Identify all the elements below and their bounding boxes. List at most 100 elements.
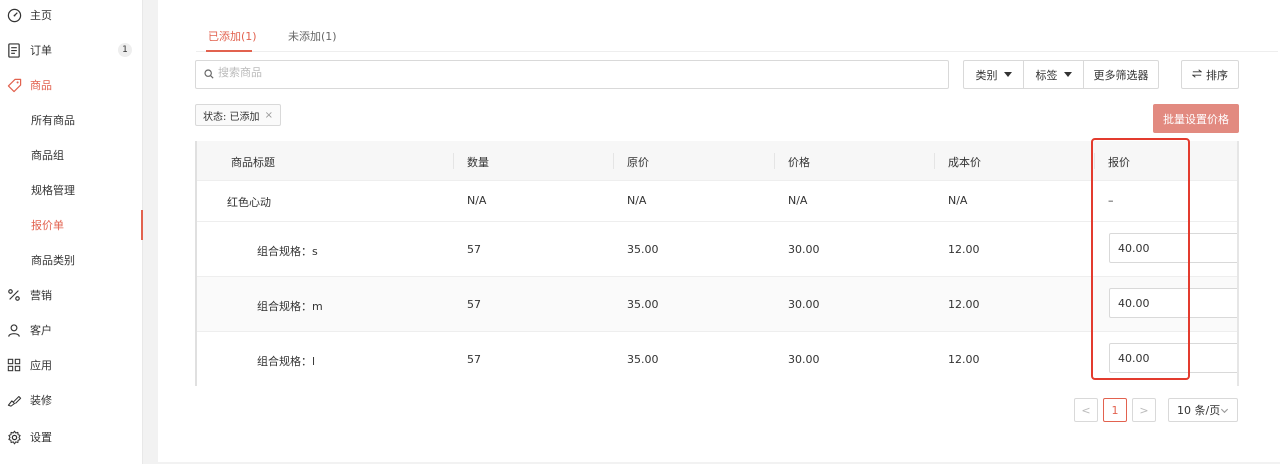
tab-not-added[interactable]: 未添加(1): [288, 28, 337, 44]
column-divider: [453, 153, 454, 169]
sidebar-item-label: 商品组: [31, 149, 64, 162]
original-price-cell: N/A: [627, 194, 647, 207]
original-price-cell: 35.00: [627, 298, 659, 311]
sidebar-item-product-categories[interactable]: 商品类别: [0, 245, 143, 275]
caret-down-icon: [1003, 72, 1012, 77]
table-row: 组合规格：l 57 35.00 30.00 12.00 40.00: [195, 332, 1239, 387]
cost-cell: 12.00: [948, 353, 980, 366]
price-cell: 30.00: [788, 243, 820, 256]
filter-group: 类别 标签 更多筛选器: [963, 60, 1159, 89]
sidebar-item-spec-management[interactable]: 规格管理: [0, 175, 143, 205]
sidebar-item-label: 所有商品: [31, 114, 75, 127]
search-icon: [204, 69, 214, 82]
more-filters-button[interactable]: 更多筛选器: [1084, 61, 1158, 88]
sidebar-item-decoration[interactable]: 装修: [0, 385, 143, 415]
column-header-price: 价格: [788, 156, 810, 169]
column-divider: [613, 153, 614, 169]
main-panel: 已添加(1) 未添加(1) 类别 标签 更多筛选器 排序 状态: 已添加 × 批…: [158, 0, 1280, 462]
sidebar-item-products[interactable]: 商品: [0, 70, 143, 100]
sidebar-item-label: 商品: [30, 79, 52, 92]
sidebar-item-label: 主页: [30, 9, 52, 22]
sidebar-item-label: 装修: [30, 394, 52, 407]
table-row: 红色心动 N/A N/A N/A N/A –: [195, 181, 1239, 222]
column-divider: [774, 153, 775, 169]
prev-page-button[interactable]: <: [1074, 398, 1098, 422]
column-header-original-price: 原价: [627, 156, 649, 169]
quote-column-highlight: [1091, 138, 1190, 380]
price-cell: 30.00: [788, 298, 820, 311]
chevron-down-icon: [1220, 405, 1229, 418]
sidebar-item-apps[interactable]: 应用: [0, 350, 143, 380]
tag-filter-button[interactable]: 标签: [1024, 61, 1084, 88]
sidebar-item-settings[interactable]: 设置: [0, 422, 143, 452]
tag-filter-label: 标签: [1035, 68, 1058, 82]
sidebar-item-product-groups[interactable]: 商品组: [0, 140, 143, 170]
quantity-cell: 57: [467, 353, 481, 366]
variant-title: 组合规格：s: [257, 245, 318, 258]
sidebar-item-label: 应用: [30, 359, 52, 372]
search-input[interactable]: [218, 66, 918, 79]
dashboard-icon: [6, 7, 22, 23]
sidebar-item-label: 规格管理: [31, 184, 75, 197]
apps-grid-icon: [6, 357, 22, 373]
cost-cell: 12.00: [948, 243, 980, 256]
sidebar-item-label: 商品类别: [31, 254, 75, 267]
tab-added[interactable]: 已添加(1): [208, 28, 257, 44]
active-tab-indicator: [206, 50, 252, 52]
sidebar-item-all-products[interactable]: 所有商品: [0, 105, 143, 135]
variant-title: 组合规格：l: [257, 355, 316, 368]
scroll-shadow-left: [195, 141, 197, 386]
quotation-table: 商品标题 数量 原价 价格 成本价 报价 红色心动 N/A N/A N/A N/…: [195, 141, 1239, 386]
caret-down-icon: [1063, 72, 1072, 77]
quantity-cell: 57: [467, 243, 481, 256]
scroll-shadow-right: [1237, 141, 1239, 386]
active-indicator: [141, 210, 143, 240]
search-box: [195, 60, 949, 89]
quantity-cell: 57: [467, 298, 481, 311]
cost-cell: N/A: [948, 194, 968, 207]
category-filter-label: 类别: [975, 68, 998, 82]
table-header: 商品标题 数量 原价 价格 成本价 报价: [195, 141, 1239, 181]
batch-set-price-button[interactable]: 批量设置价格: [1153, 104, 1239, 133]
column-header-title: 商品标题: [231, 156, 275, 169]
table-row: 组合规格：s 57 35.00 30.00 12.00 40.00: [195, 222, 1239, 277]
sort-icon: [1191, 68, 1203, 81]
quantity-cell: N/A: [467, 194, 487, 207]
sidebar-item-label: 客户: [30, 324, 52, 337]
price-cell: N/A: [788, 194, 808, 207]
active-filter-tag: 状态: 已添加 ×: [195, 104, 281, 126]
order-icon: [6, 42, 22, 58]
original-price-cell: 35.00: [627, 243, 659, 256]
column-header-cost: 成本价: [948, 156, 981, 169]
product-title: 红色心动: [227, 196, 271, 209]
sidebar-item-label: 设置: [30, 431, 52, 444]
column-header-quantity: 数量: [467, 156, 489, 169]
page-1-button[interactable]: 1: [1103, 398, 1127, 422]
sort-button[interactable]: 排序: [1181, 60, 1239, 89]
variant-title: 组合规格：m: [257, 300, 323, 313]
gear-icon: [6, 429, 22, 445]
sidebar-item-label: 营销: [30, 289, 52, 302]
tab-bar: 已添加(1) 未添加(1): [196, 22, 1278, 52]
table-row: 组合规格：m 57 35.00 30.00 12.00 40.00: [195, 277, 1239, 332]
category-filter-button[interactable]: 类别: [964, 61, 1024, 88]
sidebar: 主页 订单 1 商品 所有商品 商品组 规格管理 报价单 商品类别 营销 客户 …: [0, 0, 143, 464]
page-size-select[interactable]: 10 条/页: [1168, 398, 1238, 422]
sidebar-item-home[interactable]: 主页: [0, 0, 143, 30]
cost-cell: 12.00: [948, 298, 980, 311]
sidebar-item-marketing[interactable]: 营销: [0, 280, 143, 310]
sidebar-item-label: 订单: [30, 44, 52, 57]
more-filters-label: 更多筛选器: [1093, 68, 1149, 82]
sidebar-item-orders[interactable]: 订单 1: [0, 35, 143, 65]
brush-icon: [6, 392, 22, 408]
sidebar-item-label: 报价单: [31, 219, 64, 232]
page-size-label: 10 条/页: [1177, 404, 1221, 417]
user-icon: [6, 322, 22, 338]
active-filter-label: 状态: 已添加: [203, 111, 260, 123]
next-page-button[interactable]: >: [1132, 398, 1156, 422]
order-count-badge: 1: [118, 43, 132, 57]
price-cell: 30.00: [788, 353, 820, 366]
sidebar-item-customers[interactable]: 客户: [0, 315, 143, 345]
close-icon[interactable]: ×: [265, 110, 273, 121]
sidebar-item-quotations[interactable]: 报价单: [0, 210, 143, 240]
